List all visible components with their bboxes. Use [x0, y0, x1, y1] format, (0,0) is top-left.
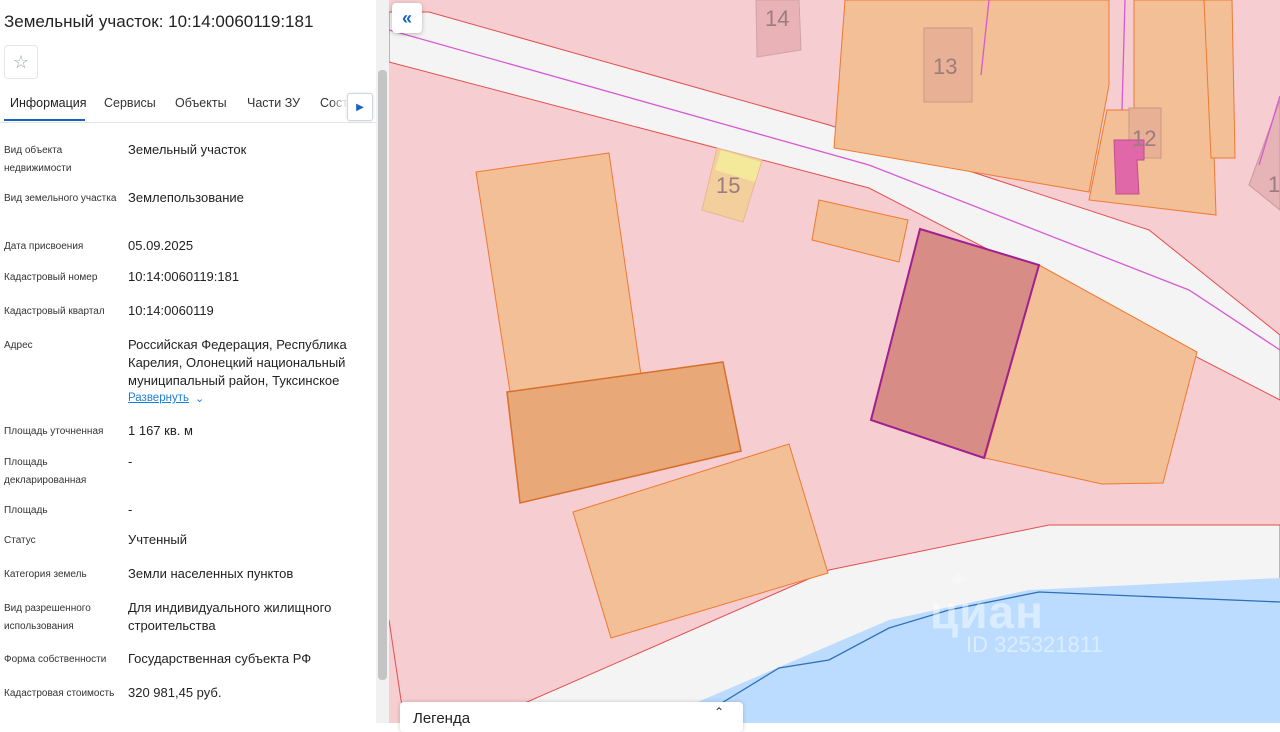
field-value: Для индивидуального жилищного строительс… [128, 600, 332, 633]
legend-panel[interactable]: Легенда ⌃ [400, 702, 743, 732]
active-tab-indicator [4, 119, 85, 121]
field-label: Вид объекта недвижимости [4, 145, 72, 174]
field-value: 1 167 кв. м [128, 423, 193, 438]
watermark-id: ID 325321811 [966, 632, 1103, 657]
parcel-number-label: 14 [765, 6, 789, 31]
star-icon: ☆ [12, 51, 30, 72]
field-label: Площадь [4, 505, 48, 516]
tabs-scroll-right-button[interactable]: ▶ [347, 93, 373, 121]
field-label: Кадастровый номер [4, 272, 98, 283]
map-canvas[interactable]: 14 13 12 15 1 [389, 0, 1280, 723]
field-label: Адрес [4, 340, 33, 351]
field-label: Категория земель [4, 569, 87, 580]
watermark-brand: циан [930, 586, 1044, 638]
field-label: Вид земельного участка [4, 193, 117, 204]
scrollbar-thumb[interactable] [378, 70, 387, 680]
info-panel: Земельный участок: 10:14:0060119:181 ☆ И… [0, 0, 389, 723]
field-value: Землепользование [128, 190, 244, 205]
parcel-number-label: 13 [933, 54, 957, 79]
favorite-button[interactable]: ☆ [4, 45, 38, 79]
field-label: Площадь декларированная [4, 457, 87, 486]
field-value: Земельный участок [128, 142, 247, 157]
expand-link[interactable]: Развернуть [128, 392, 189, 404]
field-value: - [128, 454, 133, 469]
field-value: Государственная субъекта РФ [128, 651, 312, 666]
legend-title: Легенда [413, 710, 471, 727]
page-title: Земельный участок: 10:14:0060119:181 [4, 12, 314, 31]
field-value: 10:14:0060119:181 [128, 269, 240, 284]
map-view[interactable]: 14 13 12 15 1 [389, 0, 1280, 723]
field-label: Площадь уточненная [4, 426, 104, 437]
field-value: Учтенный [128, 532, 188, 547]
parcel-number-label: 12 [1132, 126, 1156, 151]
chevron-right-icon: ▶ [356, 101, 364, 113]
tab-parts[interactable]: Части ЗУ [247, 96, 300, 110]
field-value: 10:14:0060119 [128, 303, 214, 318]
tab-bar: Информация Сервисы Объекты Части ЗУ Сост… [0, 86, 376, 123]
field-label: Вид разрешенного использования [4, 603, 91, 632]
tabs-fade [330, 90, 348, 118]
double-chevron-left-icon: « [401, 7, 412, 28]
field-value: - [128, 502, 133, 517]
field-label: Кадастровая стоимость [4, 688, 115, 699]
field-value: 05.09.2025 [128, 238, 194, 253]
tab-information[interactable]: Информация [10, 96, 87, 110]
address-value: Российская Федерация, Республика Карелия… [128, 337, 347, 388]
tab-objects[interactable]: Объекты [175, 96, 227, 110]
chevron-down-icon[interactable]: ⌄ [195, 392, 204, 405]
collapse-panel-button[interactable]: « [392, 3, 422, 33]
field-label: Форма собственности [4, 654, 107, 665]
field-label: Кадастровый квартал [4, 306, 105, 317]
chevron-up-icon[interactable]: ⌃ [714, 705, 724, 719]
field-label: Статус [4, 535, 36, 546]
parcel-number-label: 1 [1268, 172, 1280, 197]
field-value: 320 981,45 руб. [128, 685, 222, 700]
tab-services[interactable]: Сервисы [104, 96, 156, 110]
field-label: Дата присвоения [4, 241, 84, 252]
parcel-number-label: 15 [716, 173, 740, 198]
field-value: Земли населенных пунктов [128, 566, 294, 581]
